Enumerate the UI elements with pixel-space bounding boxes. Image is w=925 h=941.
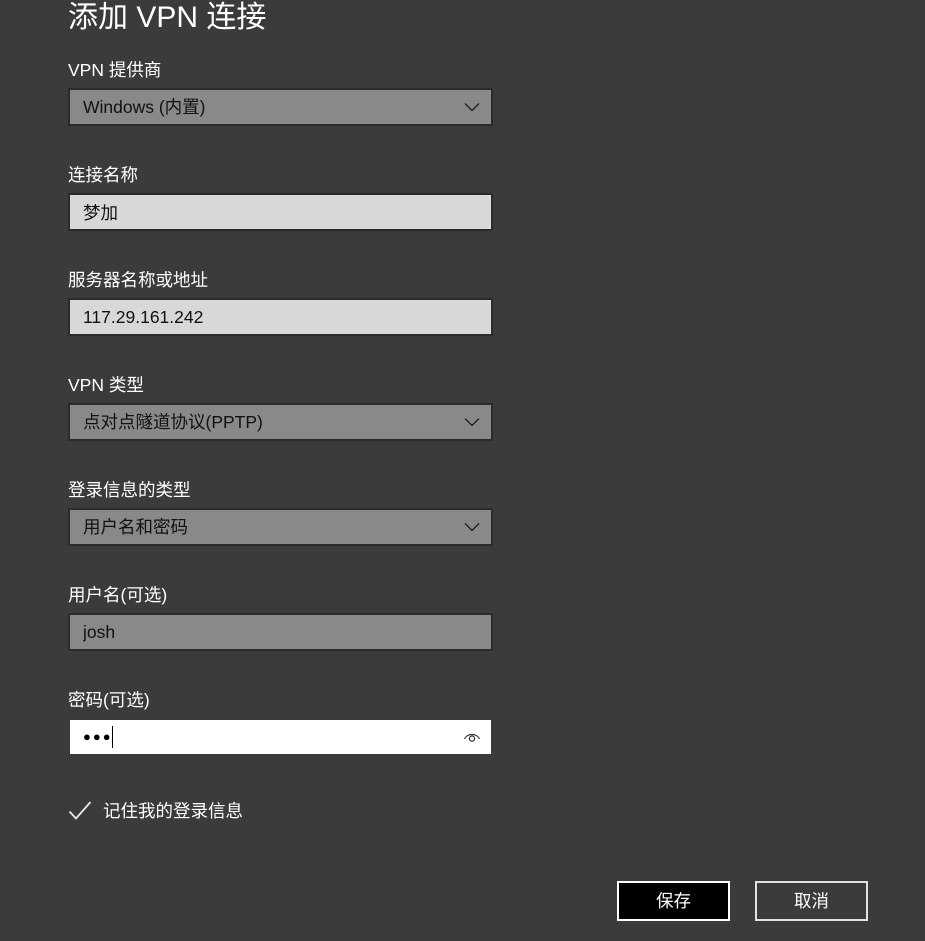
text-caret [111,726,114,748]
sign-in-type-value: 用户名和密码 [83,517,188,537]
sign-in-type-dropdown[interactable]: 用户名和密码 [68,508,493,546]
password-group: 密码(可选) ●●● [68,689,493,756]
eye-icon[interactable] [463,731,481,743]
save-button[interactable]: 保存 [617,881,730,921]
checkmark-icon [68,801,92,821]
connection-name-group: 连接名称 [68,164,493,231]
username-input[interactable] [68,613,493,651]
vpn-type-value: 点对点隧道协议(PPTP) [83,412,263,432]
server-address-group: 服务器名称或地址 [68,269,493,336]
cancel-button[interactable]: 取消 [755,881,868,921]
vpn-provider-value: Windows (内置) [83,97,206,117]
server-address-input[interactable] [68,298,493,336]
sign-in-type-group: 登录信息的类型 用户名和密码 [68,479,493,546]
password-input[interactable]: ●●● [68,718,493,756]
sign-in-type-label: 登录信息的类型 [68,480,191,500]
remember-sign-in-label: 记住我的登录信息 [103,801,243,821]
vpn-type-label: VPN 类型 [68,375,144,395]
vpn-provider-group: VPN 提供商 Windows (内置) [68,59,493,126]
vpn-provider-label: VPN 提供商 [68,60,162,80]
chevron-down-icon [464,417,480,427]
connection-name-input[interactable] [68,193,493,231]
password-masked-value: ●●● [83,729,113,744]
vpn-type-group: VPN 类型 点对点隧道协议(PPTP) [68,374,493,441]
username-group: 用户名(可选) [68,584,493,651]
connection-name-label: 连接名称 [68,165,138,185]
server-address-label: 服务器名称或地址 [68,270,208,290]
chevron-down-icon [464,102,480,112]
password-label: 密码(可选) [68,690,150,710]
username-label: 用户名(可选) [68,585,168,605]
vpn-provider-dropdown[interactable]: Windows (内置) [68,88,493,126]
chevron-down-icon [464,522,480,532]
vpn-type-dropdown[interactable]: 点对点隧道协议(PPTP) [68,403,493,441]
remember-sign-in-checkbox[interactable]: 记住我的登录信息 [68,800,243,822]
page-title: 添加 VPN 连接 [68,1,267,34]
